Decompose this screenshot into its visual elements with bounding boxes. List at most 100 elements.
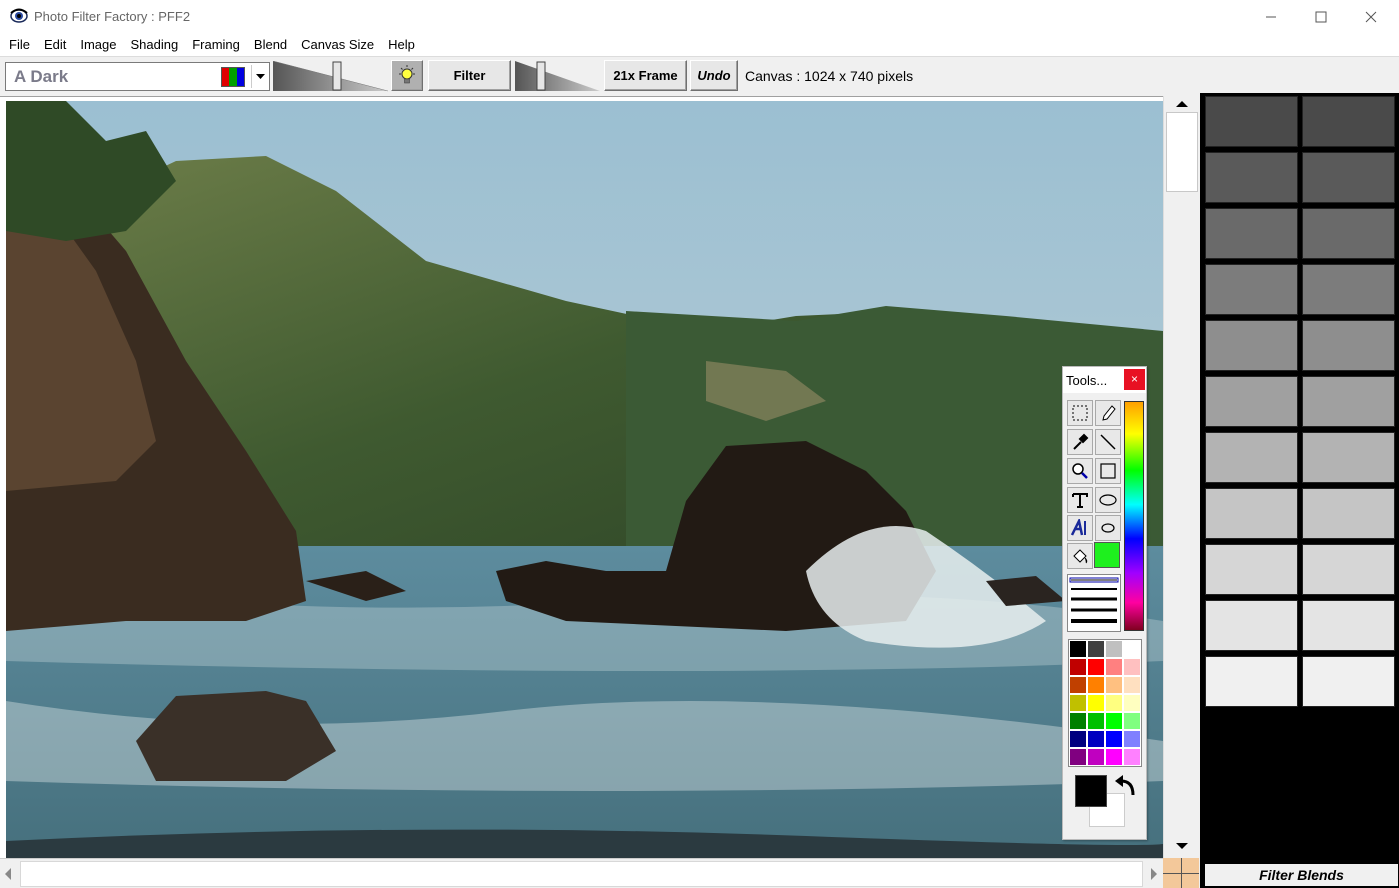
palette-swatch[interactable] <box>1123 730 1141 748</box>
tools-header[interactable]: Tools... × <box>1063 367 1146 393</box>
menu-shading[interactable]: Shading <box>124 34 186 56</box>
palette-swatch[interactable] <box>1087 712 1105 730</box>
blend-tile[interactable] <box>1302 376 1395 427</box>
palette-swatch[interactable] <box>1123 640 1141 658</box>
scroll-left-icon[interactable] <box>4 868 12 880</box>
palette-swatch[interactable] <box>1069 748 1087 766</box>
blend-tile[interactable] <box>1302 432 1395 483</box>
menu-canvas-size[interactable]: Canvas Size <box>294 34 381 56</box>
menu-blend[interactable]: Blend <box>247 34 294 56</box>
blend-tile[interactable] <box>1205 96 1298 147</box>
menu-framing[interactable]: Framing <box>185 34 247 56</box>
palette-swatch[interactable] <box>1087 658 1105 676</box>
menu-edit[interactable]: Edit <box>37 34 73 56</box>
maximize-button[interactable] <box>1296 0 1346 34</box>
minimize-button[interactable] <box>1246 0 1296 34</box>
palette-swatch[interactable] <box>1069 676 1087 694</box>
palette-swatch[interactable] <box>1069 640 1087 658</box>
palette-swatch[interactable] <box>1087 640 1105 658</box>
rectangle-tool[interactable] <box>1095 458 1121 484</box>
horizontal-scrollbar[interactable] <box>0 858 1163 888</box>
pencil-tool[interactable] <box>1095 400 1121 426</box>
blend-tile[interactable] <box>1302 208 1395 259</box>
palette-swatch[interactable] <box>1069 712 1087 730</box>
menu-help[interactable]: Help <box>381 34 422 56</box>
frame-button[interactable]: 21x Frame <box>604 60 687 91</box>
vertical-scroll-thumb[interactable] <box>1166 112 1198 192</box>
tools-title: Tools... <box>1066 373 1108 388</box>
line-tool[interactable] <box>1095 429 1121 455</box>
blend-tile[interactable] <box>1205 432 1298 483</box>
foreground-color-swatch[interactable] <box>1075 775 1107 807</box>
palette-swatch[interactable] <box>1123 694 1141 712</box>
blend-tile[interactable] <box>1302 488 1395 539</box>
palette-swatch[interactable] <box>1087 730 1105 748</box>
ellipse-tool[interactable] <box>1095 487 1121 513</box>
eyedropper-tool[interactable] <box>1067 429 1093 455</box>
styled-text-icon <box>1070 519 1086 536</box>
palette-swatch[interactable] <box>1069 730 1087 748</box>
palette-swatch[interactable] <box>1087 748 1105 766</box>
blend-tile[interactable] <box>1302 656 1395 707</box>
line-width-selector[interactable] <box>1067 574 1121 632</box>
horizontal-scroll-track[interactable] <box>20 861 1143 887</box>
blend-tile[interactable] <box>1205 544 1298 595</box>
strength-slider[interactable] <box>515 61 600 93</box>
swap-colors-icon[interactable] <box>1113 775 1137 797</box>
palette-swatch[interactable] <box>1105 658 1123 676</box>
fill-color-swatch[interactable] <box>1094 542 1120 568</box>
palette-swatch[interactable] <box>1105 748 1123 766</box>
zoom-tool[interactable] <box>1067 458 1093 484</box>
palette-swatch[interactable] <box>1105 676 1123 694</box>
blend-tile[interactable] <box>1302 600 1395 651</box>
tools-close-button[interactable]: × <box>1124 369 1145 390</box>
palette-swatch[interactable] <box>1087 676 1105 694</box>
filter-button[interactable]: Filter <box>428 60 511 91</box>
text-tool[interactable] <box>1067 487 1093 513</box>
palette-swatch[interactable] <box>1123 676 1141 694</box>
blend-tile[interactable] <box>1205 320 1298 371</box>
scroll-down-icon[interactable] <box>1176 842 1188 850</box>
blend-tile[interactable] <box>1205 208 1298 259</box>
blend-tile[interactable] <box>1302 96 1395 147</box>
menu-file[interactable]: File <box>2 34 37 56</box>
palette-swatch[interactable] <box>1105 730 1123 748</box>
palette-swatch[interactable] <box>1123 712 1141 730</box>
blend-tile[interactable] <box>1302 264 1395 315</box>
palette-swatch[interactable] <box>1123 748 1141 766</box>
intensity-slider[interactable] <box>273 61 388 93</box>
blend-tile[interactable] <box>1205 152 1298 203</box>
small-ellipse-tool[interactable] <box>1095 515 1121 541</box>
blend-tile[interactable] <box>1302 152 1395 203</box>
fill-tool[interactable] <box>1067 543 1093 569</box>
palette-swatch[interactable] <box>1105 712 1123 730</box>
blend-tile[interactable] <box>1205 376 1298 427</box>
blend-tile[interactable] <box>1302 544 1395 595</box>
scroll-up-icon[interactable] <box>1176 100 1188 108</box>
palette-swatch[interactable] <box>1069 658 1087 676</box>
paint-bucket-icon <box>1073 549 1088 564</box>
menu-image[interactable]: Image <box>73 34 123 56</box>
palette-swatch[interactable] <box>1069 694 1087 712</box>
palette-swatch[interactable] <box>1105 640 1123 658</box>
blend-tile[interactable] <box>1205 488 1298 539</box>
vertical-scrollbar[interactable] <box>1163 96 1199 858</box>
preview-button[interactable] <box>391 60 423 91</box>
blend-tile[interactable] <box>1302 320 1395 371</box>
eye-icon <box>10 8 28 23</box>
canvas[interactable] <box>0 96 1163 858</box>
close-button[interactable] <box>1346 0 1396 34</box>
dropdown-arrow[interactable] <box>251 65 268 88</box>
blend-tile[interactable] <box>1205 656 1298 707</box>
blend-tile[interactable] <box>1205 264 1298 315</box>
palette-swatch[interactable] <box>1123 658 1141 676</box>
styled-text-tool[interactable] <box>1067 515 1093 541</box>
select-tool[interactable] <box>1067 400 1093 426</box>
palette-swatch[interactable] <box>1087 694 1105 712</box>
palette-swatch[interactable] <box>1105 694 1123 712</box>
preset-select[interactable]: A Dark <box>5 62 270 91</box>
blend-tile[interactable] <box>1205 600 1298 651</box>
color-spectrum[interactable] <box>1124 401 1144 631</box>
scroll-right-icon[interactable] <box>1150 868 1158 880</box>
undo-button[interactable]: Undo <box>690 60 738 91</box>
